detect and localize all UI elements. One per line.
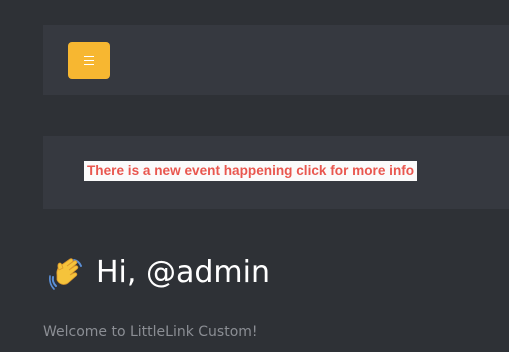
hamburger-menu-icon: [84, 56, 94, 65]
top-navbar: [43, 25, 509, 95]
waving-hand-icon: [49, 258, 82, 290]
greeting-heading: Hi, @admin: [48, 252, 270, 294]
event-notice-link[interactable]: There is a new event happening click for…: [84, 161, 418, 181]
greeting-text: Hi, @admin: [96, 255, 270, 290]
menu-toggle-button[interactable]: [68, 42, 110, 79]
dashboard-page: There is a new event happening click for…: [0, 0, 509, 352]
event-notice-card: There is a new event happening click for…: [43, 136, 509, 209]
welcome-message: Welcome to LittleLink Custom!: [43, 324, 258, 340]
